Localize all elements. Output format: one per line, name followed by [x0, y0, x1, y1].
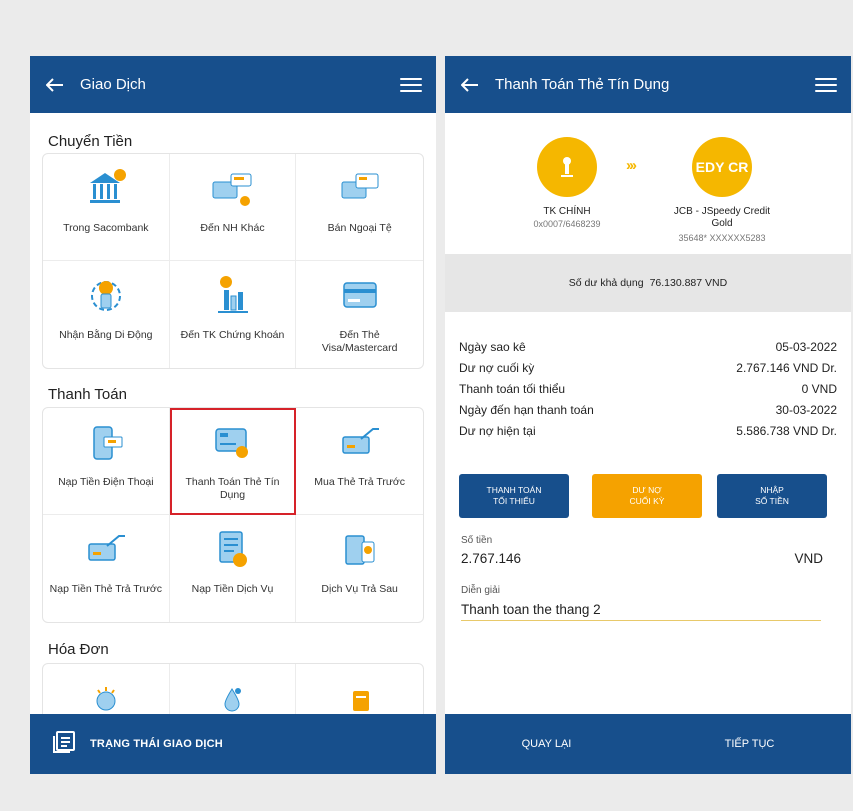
- description-value: Thanh toan the thang 2: [461, 602, 601, 617]
- detail-value: 0 VND: [801, 382, 837, 396]
- payment-item-prepaid-topup[interactable]: Nạp Tiền Thẻ Trả Trước: [43, 515, 170, 622]
- screen-title: Giao Dịch: [80, 76, 146, 93]
- tab-label-line2: CUỐI KỲ: [629, 496, 665, 506]
- source-account-avatar[interactable]: [537, 137, 597, 197]
- source-account-number: 0x0007/6468239: [533, 219, 601, 229]
- mobile-receive-icon: [81, 273, 131, 317]
- transfer-item-other-bank[interactable]: Đến NH Khác: [169, 154, 297, 261]
- cell-label: Nhận Bằng Di Động: [59, 329, 153, 341]
- detail-label: Ngày đến hạn thanh toán: [459, 403, 594, 417]
- cell-label: Nạp Tiền Điện Thoại: [58, 476, 154, 488]
- transfer-grid: Trong Sacombank Đến NH Khác Bán Ngoại Tệ…: [42, 153, 424, 369]
- phone-topup-icon: [81, 420, 131, 464]
- service-topup-icon: [207, 527, 257, 571]
- credit-card-payment-screen: Thanh Toán Thẻ Tín Dụng ››› EDY CR TK CH…: [445, 56, 851, 774]
- tab-label-line1: DƯ NỢ: [632, 485, 662, 495]
- payment-item-postpaid[interactable]: Dịch Vụ Trả Sau: [296, 515, 423, 622]
- cell-label: Đến TK Chứng Khoán: [180, 329, 285, 341]
- card-to-card-icon: [207, 166, 257, 210]
- hamburger-menu-icon[interactable]: [815, 74, 837, 96]
- payment-item-service-topup[interactable]: Nạp Tiền Dịch Vụ: [170, 515, 297, 622]
- target-card-number: 35648* XXXXXX5283: [678, 233, 766, 243]
- detail-row: Dư nợ cuối kỳ 2.767.146 VND Dr.: [459, 361, 837, 375]
- transaction-list-icon: [52, 730, 76, 759]
- amount-label: Số tiền: [461, 535, 493, 546]
- detail-label: Dư nợ hiện tại: [459, 424, 536, 438]
- detail-value: 05-03-2022: [775, 340, 837, 354]
- transfer-direction-icon: ›››: [626, 157, 637, 174]
- detail-label: Thanh toán tối thiểu: [459, 382, 566, 396]
- tab-statement-balance[interactable]: DƯ NỢ CUỐI KỲ: [592, 474, 702, 518]
- back-button[interactable]: QUAY LẠI: [445, 714, 648, 774]
- payment-item-credit-card[interactable]: Thanh Toán Thẻ Tín Dụng: [169, 408, 297, 515]
- detail-value: 30-03-2022: [775, 403, 837, 417]
- description-field[interactable]: Thanh toan the thang 2: [461, 602, 821, 621]
- target-card-name: JCB - JSpeedy Credit Gold: [673, 206, 771, 229]
- available-balance-panel: Số dư khả dụng 76.130.887 VND: [445, 254, 851, 312]
- detail-value: 2.767.146 VND Dr.: [736, 361, 837, 375]
- section-title-transfer: Chuyển Tiền: [48, 133, 133, 150]
- cell-label: Trong Sacombank: [63, 222, 149, 234]
- payment-item-prepaid-card[interactable]: Mua Thẻ Trả Trước: [296, 408, 423, 515]
- source-account-name: TK CHÍNH: [543, 206, 591, 217]
- transfer-item-stock[interactable]: Đến TK Chứng Khoán: [170, 261, 297, 368]
- amount-field[interactable]: 2.767.146 VND: [461, 551, 823, 569]
- tab-label-line2: SỐ TIỀN: [755, 496, 789, 506]
- prepaid-topup-icon: [81, 527, 131, 571]
- tab-minimum-payment[interactable]: THANH TOÁN TỐI THIỂU: [459, 474, 569, 518]
- balance-value: 76.130.887 VND: [649, 277, 728, 289]
- section-title-bills: Hóa Đơn: [48, 641, 109, 658]
- tab-label-line2: TỐI THIỂU: [493, 496, 535, 506]
- continue-button[interactable]: TIẾP TỤC: [648, 714, 851, 774]
- currency-label: VND: [794, 551, 823, 566]
- top-bar: Thanh Toán Thẻ Tín Dụng: [445, 56, 851, 113]
- stock-account-icon: [207, 273, 257, 317]
- detail-row: Ngày đến hạn thanh toán 30-03-2022: [459, 403, 837, 417]
- detail-row: Thanh toán tối thiểu 0 VND: [459, 382, 837, 396]
- transactions-screen: Giao Dịch Chuyển Tiền Trong Sacombank Đế…: [30, 56, 436, 774]
- description-label: Diễn giải: [461, 585, 500, 596]
- transfer-item-mobile[interactable]: Nhận Bằng Di Động: [43, 261, 170, 368]
- tab-label-line1: NHẬP: [760, 485, 784, 495]
- account-icon: [561, 157, 573, 177]
- bank-transfer-icon: [81, 166, 131, 210]
- cell-label: Bán Ngoại Tệ: [327, 222, 392, 234]
- back-arrow-icon[interactable]: [44, 74, 66, 96]
- cell-label: Nạp Tiền Thẻ Trả Trước: [49, 583, 162, 595]
- detail-row: Ngày sao kê 05-03-2022: [459, 340, 837, 354]
- prepaid-card-icon: [335, 420, 385, 464]
- cell-label: Đến NH Khác: [200, 222, 265, 234]
- tab-enter-amount[interactable]: NHẬP SỐ TIỀN: [717, 474, 827, 518]
- top-bar: Giao Dịch: [30, 56, 436, 113]
- transfer-item-foreign-currency[interactable]: Bán Ngoại Tệ: [296, 154, 423, 261]
- detail-row: Dư nợ hiện tại 5.586.738 VND Dr.: [459, 424, 837, 438]
- cell-label: Thanh Toán Thẻ Tín Dụng: [185, 476, 280, 501]
- transaction-status-bar[interactable]: TRẠNG THÁI GIAO DỊCH: [30, 714, 436, 774]
- foreign-currency-icon: [335, 166, 385, 210]
- visa-card-icon: [335, 273, 385, 317]
- section-title-payment: Thanh Toán: [48, 386, 127, 403]
- payment-grid: Nạp Tiền Điện Thoại Thanh Toán Thẻ Tín D…: [42, 407, 424, 623]
- cell-label: Đến Thẻ Visa/Mastercard: [321, 329, 398, 354]
- cell-label: Mua Thẻ Trả Trước: [314, 476, 406, 488]
- postpaid-service-icon: [335, 527, 385, 571]
- target-card-avatar-text: EDY CR: [695, 159, 749, 175]
- detail-label: Dư nợ cuối kỳ: [459, 361, 535, 375]
- cell-label: Dịch Vụ Trả Sau: [321, 583, 398, 595]
- target-card-avatar[interactable]: EDY CR: [692, 137, 752, 197]
- detail-label: Ngày sao kê: [459, 340, 526, 354]
- back-arrow-icon[interactable]: [459, 74, 481, 96]
- detail-value: 5.586.738 VND Dr.: [736, 424, 837, 438]
- transfer-item-visa[interactable]: Đến Thẻ Visa/Mastercard: [296, 261, 423, 368]
- credit-card-payment-icon: [207, 420, 257, 464]
- transaction-status-label: TRẠNG THÁI GIAO DỊCH: [90, 738, 223, 750]
- screen-title: Thanh Toán Thẻ Tín Dụng: [495, 76, 670, 93]
- tab-label-line1: THANH TOÁN: [486, 485, 542, 495]
- amount-value: 2.767.146: [461, 551, 522, 566]
- cell-label: Nạp Tiền Dịch Vụ: [191, 583, 274, 595]
- payment-item-phone-topup[interactable]: Nạp Tiền Điện Thoại: [43, 408, 170, 515]
- hamburger-menu-icon[interactable]: [400, 74, 422, 96]
- balance-label: Số dư khả dụng: [568, 277, 644, 289]
- transfer-item-internal[interactable]: Trong Sacombank: [43, 154, 170, 261]
